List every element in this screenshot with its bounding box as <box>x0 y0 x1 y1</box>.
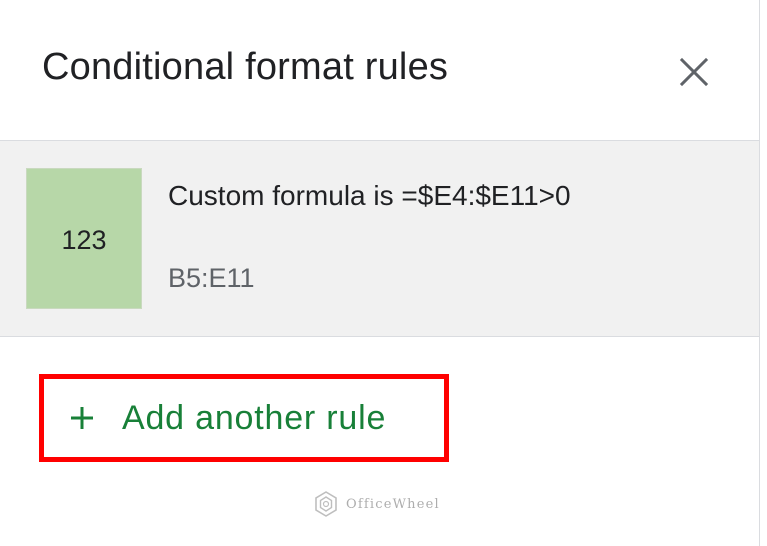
rule-condition: Custom formula is =$E4:$E11>0 <box>168 180 571 211</box>
rule-range: B5:E11 <box>168 263 255 293</box>
plus-icon <box>68 404 96 432</box>
conditional-format-panel: Conditional format rules 123 Custom form… <box>0 0 760 546</box>
add-rule-content: Add another rule <box>68 391 386 445</box>
close-icon <box>679 57 709 87</box>
watermark: OfficeWheel <box>312 490 440 518</box>
add-another-rule-button[interactable]: Add another rule <box>39 374 449 462</box>
panel-title: Conditional format rules <box>42 46 449 88</box>
close-button[interactable] <box>672 50 716 94</box>
add-rule-label: Add another rule <box>122 398 387 437</box>
officewheel-logo-icon <box>312 490 340 518</box>
rule-card[interactable]: 123 Custom formula is =$E4:$E11>0 B5:E11 <box>0 141 759 336</box>
rule-divider <box>0 336 759 337</box>
watermark-text: OfficeWheel <box>346 496 440 512</box>
rule-preview-text: 123 <box>61 225 107 255</box>
rule-preview-swatch: 123 <box>26 168 142 309</box>
panel-header: Conditional format rules <box>0 0 759 140</box>
